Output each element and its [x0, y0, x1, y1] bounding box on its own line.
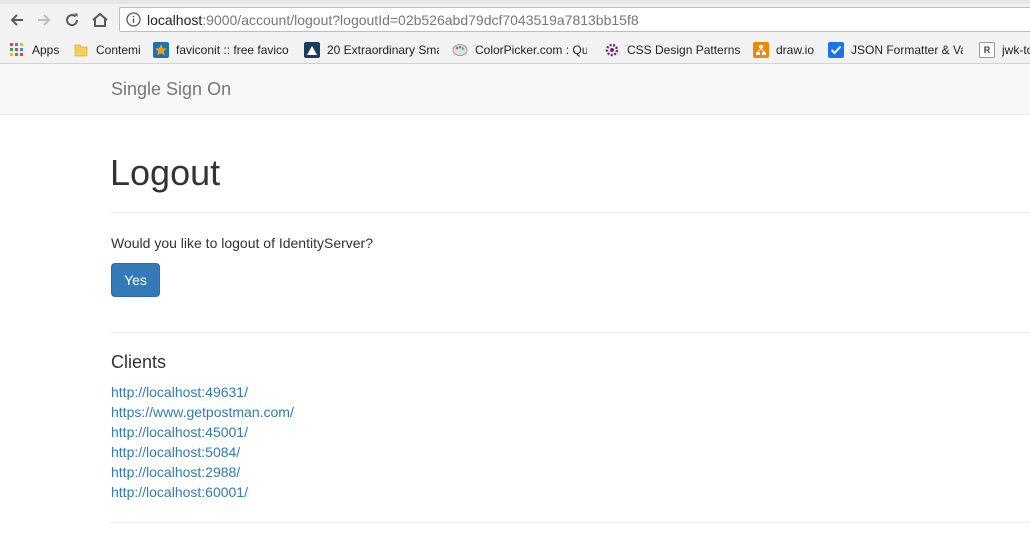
palette-icon: [452, 42, 468, 58]
bookmark-label: faviconit :: free favico: [176, 42, 289, 57]
url-host: localhost: [147, 12, 203, 28]
bookmark-apps[interactable]: Apps: [9, 36, 59, 63]
navbar-brand[interactable]: Single Sign On: [111, 79, 231, 99]
bookmark-jwk-to[interactable]: R jwk-to: [979, 36, 1030, 63]
bookmark-label: 20 Extraordinary Sma: [327, 42, 439, 57]
client-link[interactable]: http://localhost:45001/: [111, 424, 248, 440]
client-list: http://localhost:49631/ https://www.getp…: [111, 382, 294, 502]
logout-question: Would you like to logout of IdentityServ…: [111, 235, 374, 251]
r-icon: R: [979, 41, 995, 58]
client-link[interactable]: http://localhost:5084/: [111, 444, 240, 460]
url-text: localhost:9000/account/logout?logoutId=0…: [147, 12, 639, 28]
list-item: http://localhost:45001/: [111, 422, 294, 442]
client-link[interactable]: http://localhost:2988/: [111, 464, 240, 480]
bookmark-drawio[interactable]: draw.io: [753, 36, 814, 63]
gear-icon: [604, 42, 620, 58]
bookmark-css-design-patterns[interactable]: CSS Design Patterns: [604, 36, 740, 63]
navbar: Single Sign On: [0, 64, 1030, 115]
back-button[interactable]: [7, 10, 27, 30]
folder-icon: [73, 42, 89, 58]
bookmark-label: JSON Formatter & Va: [851, 42, 963, 57]
back-arrow-icon: [10, 14, 23, 26]
bookmark-extraordinary[interactable]: 20 Extraordinary Sma: [304, 36, 439, 63]
client-link[interactable]: http://localhost:49631/: [111, 384, 248, 400]
check-icon: [828, 41, 844, 58]
apps-grid-icon: [9, 42, 25, 58]
info-icon[interactable]: [126, 12, 141, 27]
list-item: http://localhost:49631/: [111, 382, 294, 402]
bookmark-label: Contemi: [96, 42, 141, 57]
list-item: http://localhost:5084/: [111, 442, 294, 462]
bookmark-label: ColorPicker.com : Qu: [475, 42, 587, 57]
page-title: Logout: [110, 152, 221, 193]
address-bar[interactable]: localhost:9000/account/logout?logoutId=0…: [119, 7, 1030, 32]
bookmarks-bar: Apps Contemi faviconit :: free favico 20…: [0, 36, 1030, 64]
bookmark-colorpicker[interactable]: ColorPicker.com : Qu: [452, 36, 587, 63]
site-icon: [304, 41, 320, 58]
drawio-icon: [753, 41, 769, 58]
forward-arrow-icon: [38, 14, 51, 26]
url-path: :9000/account/logout?logoutId=02b526abd7…: [202, 12, 639, 28]
forward-button[interactable]: [34, 10, 54, 30]
divider: [111, 522, 1030, 523]
bookmark-faviconit[interactable]: faviconit :: free favico: [153, 36, 289, 63]
bookmark-contemi[interactable]: Contemi: [73, 36, 141, 63]
home-button[interactable]: [90, 10, 110, 30]
bookmark-label: CSS Design Patterns: [627, 42, 741, 57]
reload-icon: [66, 13, 79, 27]
bookmark-label: jwk-to: [1002, 42, 1030, 57]
clients-heading: Clients: [111, 352, 167, 372]
bookmark-label: Apps: [32, 42, 60, 57]
divider: [111, 212, 1030, 213]
client-link[interactable]: http://localhost:60001/: [111, 484, 248, 500]
home-icon: [92, 12, 108, 27]
reload-button[interactable]: [62, 10, 82, 30]
bookmark-label: draw.io: [776, 42, 815, 57]
list-item: https://www.getpostman.com/: [111, 402, 294, 422]
bookmark-json-formatter[interactable]: JSON Formatter & Va: [828, 36, 963, 63]
divider: [111, 332, 1030, 333]
list-item: http://localhost:2988/: [111, 462, 294, 482]
yes-button[interactable]: Yes: [111, 263, 160, 297]
browser-toolbar: localhost:9000/account/logout?logoutId=0…: [0, 4, 1030, 36]
star-icon: [153, 41, 169, 58]
list-item: http://localhost:60001/: [111, 482, 294, 502]
client-link[interactable]: https://www.getpostman.com/: [111, 404, 294, 420]
